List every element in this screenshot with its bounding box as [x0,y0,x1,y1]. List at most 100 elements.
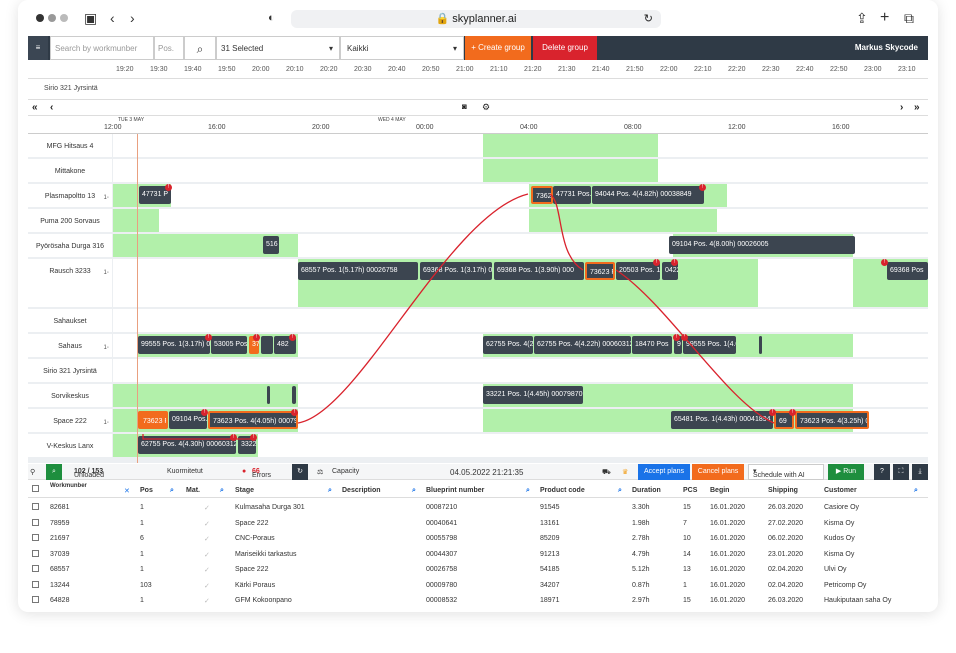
column-header[interactable]: Mat. [186,487,200,494]
expand-icon[interactable]: ⛶ [893,464,909,480]
job-bar[interactable]: 18470 Pos [632,336,672,354]
lane[interactable] [113,134,928,159]
lane[interactable]: 33221 Pos. 1(4.45h) 00079870 [113,384,928,409]
tabs-icon[interactable]: ⧉ [904,9,914,27]
search-icon[interactable]: ⌕ [220,487,224,495]
back-icon[interactable]: ‹ [110,9,115,27]
lane[interactable]: 68557 Pos. 1(5.17h) 00026758 69368 Pos. … [113,259,928,309]
create-group-button[interactable]: + Create group [465,36,531,60]
search-icon[interactable]: ⌕ [526,487,530,495]
job-bar[interactable]: 73623 P [138,411,168,429]
warning-icon[interactable]: ! [671,259,678,266]
warning-icon[interactable]: ! [881,259,888,266]
warning-icon[interactable]: ! [289,334,296,341]
select-all-checkbox[interactable] [32,485,39,492]
accept-plans-button[interactable]: Accept plans [638,464,690,480]
warning-icon[interactable]: ! [291,409,298,416]
column-header[interactable]: Product code [540,487,585,494]
lane[interactable] [113,209,928,234]
run-button[interactable]: ▶ Run [828,464,864,480]
menu-icon[interactable]: ≡ [28,36,48,60]
warning-icon[interactable]: ! [205,334,212,341]
download-icon[interactable]: ⤓ [912,464,928,480]
capacity-tab[interactable]: Capacity [332,468,359,475]
warning-icon[interactable]: ! [653,259,660,266]
filter-select[interactable]: Kaikki ▾ [340,36,464,60]
job-bar[interactable]: 99555 Pos. 1(3.17h) 00 [138,336,210,354]
lane[interactable] [113,159,928,184]
warning-icon[interactable]: ! [699,184,706,191]
row-checkbox[interactable] [32,534,39,541]
lane[interactable]: 516 09104 Pos. 4(8.00h) 00026005 [113,234,928,259]
column-header[interactable]: PCS [683,487,697,494]
column-header[interactable]: Shipping [768,487,798,494]
job-bar[interactable]: 73623 Pos. 4(4.05h) 00079 [208,411,298,429]
job-bar[interactable]: 62755 Pos. 4(2 [483,336,533,354]
crown-icon[interactable]: ♛ [622,468,628,476]
window-dot[interactable] [60,14,68,22]
job-bar[interactable]: 68557 Pos. 1(5.17h) 00026758 [298,262,418,280]
job-bar[interactable] [759,336,762,354]
column-header[interactable]: Duration [632,487,661,494]
settings-icon[interactable]: ⚙ [482,102,490,113]
window-dot[interactable] [48,14,56,22]
row-checkbox[interactable] [32,503,39,510]
table-row[interactable]: 78959 1 Space 222 00040641 13161 1.98h 7 16.01.… [28,516,928,531]
column-header[interactable]: Blueprint number [426,487,484,494]
lane[interactable]: 73623 P 09104 Pos. 73623 Pos. 4(4.05h) 0… [113,409,928,434]
warning-icon[interactable]: ! [165,184,172,191]
lane[interactable] [113,359,928,384]
last-page-icon[interactable]: » [914,102,920,113]
warning-icon[interactable]: ! [253,334,260,341]
column-header[interactable]: Pos [140,487,153,494]
job-bar[interactable]: 47731 Pos. [553,186,591,204]
table-row[interactable]: 64828 1 GFM Kokoonpano 00008532 18971 2.97h 15… [28,593,928,608]
forward-icon[interactable]: › [130,9,135,27]
job-bar[interactable] [292,386,296,404]
job-bar[interactable]: 09104 Pos. 4(8.00h) 00026005 [669,236,855,254]
search-icon[interactable]: ⌕ [618,487,622,495]
lane[interactable]: 99555 Pos. 1(3.17h) 00 53005 Pos 37 482 … [113,334,928,359]
first-page-icon[interactable]: « [32,102,38,113]
cancel-plans-button[interactable]: Cancel plans [692,464,744,480]
resource-select[interactable]: 31 Selected ▾ [216,36,340,60]
job-bar[interactable]: 73623 Pos [585,262,615,280]
sidebar-icon[interactable]: ▣ [84,9,97,27]
warning-icon[interactable]: ! [681,334,688,341]
table-row[interactable]: 13244 103 Kärki Poraus 00009780 34207 0.87h 1 1… [28,578,928,593]
job-bar[interactable]: 69368 Pos. 1(3.17h) 00 [420,262,492,280]
share-icon[interactable]: ⇪ [856,9,868,27]
column-header[interactable]: Customer [824,487,857,494]
search-icon[interactable]: ⌕ [328,487,332,495]
job-bar[interactable] [267,386,270,404]
lane[interactable]: 62755 Pos. 4(4.30h) 00060312 3322 ! ! [113,434,928,459]
search-icon[interactable]: ⌕ [46,464,62,480]
schedule-select[interactable]: Schedule with AI ▾ [748,464,824,480]
table-row[interactable]: 37039 1 Mariseikki tarkastus 00044307 91213 4… [28,547,928,562]
lane[interactable] [113,309,928,334]
address-bar[interactable]: 🔒 skyplanner.ai ↻ [291,10,661,28]
next-page-icon[interactable]: › [900,102,903,113]
row-checkbox[interactable] [32,518,39,526]
prev-page-icon[interactable]: ‹ [50,102,53,113]
search-icon[interactable]: ⌕ [170,487,174,495]
window-dot[interactable] [36,14,44,22]
warning-icon[interactable]: ! [230,434,237,441]
pos-input[interactable]: Pos. [154,36,184,60]
kuormitetut-tab[interactable]: Kuormitetut [167,468,203,475]
search-icon[interactable]: ⌕ [914,487,918,495]
delete-group-button[interactable]: Delete group [533,36,597,60]
help-icon[interactable]: ? [874,464,890,480]
warning-icon[interactable]: ! [789,409,796,416]
job-bar[interactable]: 73623 [531,186,553,204]
warning-icon[interactable]: ! [250,434,257,441]
column-header[interactable]: Stage [235,487,254,494]
job-bar[interactable]: 69368 Pos [887,262,928,280]
job-bar[interactable]: 94044 Pos. 4(4.82h) 00038849 [592,186,704,204]
search-input[interactable]: Search by workmunber [50,36,154,60]
warning-icon[interactable]: ! [201,409,208,416]
table-row[interactable]: 68557 1 Space 222 00026758 54185 5.12h 13 16.01… [28,562,928,577]
errors-tab[interactable]: Errors 66 [252,468,271,479]
search-icon[interactable]: ⌕ [184,36,216,60]
clear-icon[interactable]: ✕ [124,487,130,495]
